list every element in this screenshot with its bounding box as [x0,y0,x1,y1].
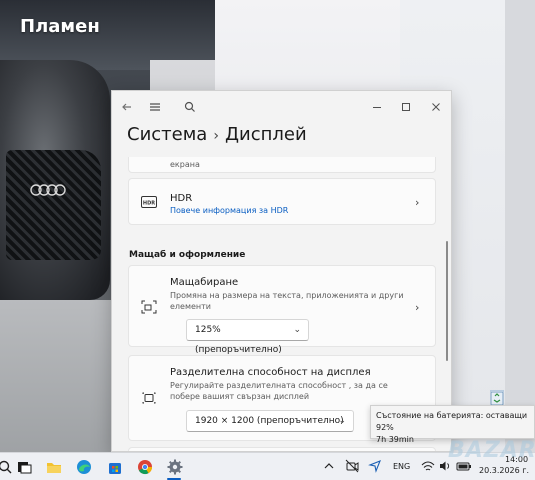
search-icon[interactable] [183,100,197,114]
chevron-right-icon: › [415,196,420,209]
page-title: Дисплей [224,124,307,145]
close-icon[interactable] [429,100,443,114]
partial-card-text: екрана [170,160,200,169]
watermark-logo: BAZAR [448,438,535,463]
resolution-description: Регулирайте разделителната способност , … [170,381,388,401]
scaling-icon [141,300,157,314]
minimize-icon[interactable] [370,100,384,114]
breadcrumb-parent[interactable]: Система [127,124,207,145]
breadcrumb-separator: › [213,128,219,144]
battery-status-text: Състояние на батерията: оставащи 92% [376,411,528,432]
svg-text:HDR: HDR [143,201,155,207]
resolution-title: Разделителна способност на дисплея [170,367,371,378]
camera-off-icon[interactable] [345,459,359,473]
partial-settings-card[interactable]: екрана [128,157,436,173]
language-indicator[interactable]: ENG [393,462,410,471]
clock-date[interactable]: 20.3.2026 г. [479,466,529,475]
resolution-dropdown[interactable]: 1920 × 1200 (препоръчително) ⌄ [186,410,354,432]
desktop-user-title: Пламен [20,16,100,37]
wallpaper-car-grille [6,150,101,260]
chevron-right-icon: › [415,301,420,314]
wifi-icon[interactable] [421,459,435,473]
task-view-icon[interactable] [15,458,33,476]
scaling-dropdown[interactable]: 125% (препоръчително) ⌄ [186,319,309,355]
resolution-icon [142,392,156,404]
location-icon[interactable] [368,459,382,473]
chevron-up-icon[interactable] [322,459,336,473]
recycle-bin-icon[interactable] [489,388,505,406]
file-explorer-icon[interactable] [45,458,63,476]
hdr-info-link[interactable]: Повече информация за HDR [170,206,288,215]
breadcrumb: Система › Дисплей [127,124,307,145]
title-bar [112,91,451,123]
search-icon[interactable] [0,458,14,476]
section-header-scale: Мащаб и оформление [129,250,246,260]
resolution-dropdown-value: 1920 × 1200 (препоръчително) [195,416,344,426]
edge-icon[interactable] [75,458,93,476]
settings-window: Система › Дисплей екрана HDR HDR Повече ин… [111,90,452,452]
hdr-icon: HDR [141,196,157,208]
store-icon[interactable] [106,458,124,476]
hamburger-menu-icon[interactable] [148,100,162,114]
settings-gear-icon[interactable] [166,458,184,476]
scaling-card[interactable]: Мащабиране Промяна на размера на текста,… [128,265,436,355]
chevron-down-icon: ⌄ [293,325,301,335]
back-arrow-icon[interactable] [120,100,134,114]
maximize-icon[interactable] [399,100,413,114]
battery-tooltip: Състояние на батерията: оставащи 92% 7h … [370,405,535,444]
hdr-card[interactable]: HDR HDR Повече информация за HDR › [128,178,436,225]
scaling-description: Промяна на размера на текста, приложения… [170,291,404,311]
scaling-title: Мащабиране [170,277,239,288]
wallpaper-pillar [505,0,535,452]
scrollbar[interactable] [446,241,448,361]
chevron-down-icon: ⌄ [338,416,346,426]
car-logo-rings [30,184,66,196]
scaling-dropdown-value: 125% (препоръчително) [195,325,282,355]
chrome-icon[interactable] [136,458,154,476]
hdr-title: HDR [170,193,193,204]
